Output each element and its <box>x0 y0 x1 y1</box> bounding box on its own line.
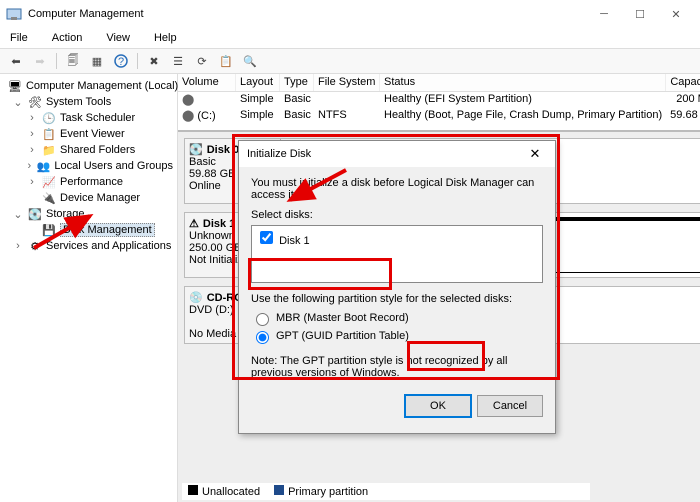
menu-help[interactable]: Help <box>148 30 183 46</box>
expand-icon[interactable]: › <box>26 144 38 156</box>
disk-icon: 💽 <box>189 143 203 156</box>
expand-icon[interactable]: › <box>26 112 38 124</box>
dialog-message: You must initialize a disk before Logica… <box>251 177 543 201</box>
tree-services[interactable]: › ⚙ Services and Applications <box>2 238 175 254</box>
action-icon-2[interactable]: ☰ <box>168 51 188 71</box>
tree-shared-folders[interactable]: › 📁 Shared Folders <box>2 142 175 158</box>
action-icon-4[interactable]: 📋 <box>216 51 236 71</box>
tree-disk-management[interactable]: 💾 Disk Management <box>2 222 175 238</box>
dialog-titlebar: Initialize Disk ✕ <box>239 141 555 167</box>
table-row[interactable]: ⬤ (C:) Simple Basic NTFS Healthy (Boot, … <box>178 108 700 124</box>
dialog-note: Note: The GPT partition style is not rec… <box>251 355 543 379</box>
col-capacity[interactable]: Capacity <box>666 74 700 91</box>
help-icon[interactable]: ? <box>111 51 131 71</box>
expand-icon[interactable]: › <box>26 160 33 172</box>
event-icon: 📋 <box>42 127 56 141</box>
action-icon-1[interactable]: ✖ <box>144 51 164 71</box>
cancel-button[interactable]: Cancel <box>477 395 543 417</box>
col-layout[interactable]: Layout <box>236 74 280 91</box>
tree-event-viewer[interactable]: › 📋 Event Viewer <box>2 126 175 142</box>
tools-icon: 🛠 <box>28 95 42 109</box>
col-volume[interactable]: Volume <box>178 74 236 91</box>
cd-icon: 💿 <box>189 291 203 304</box>
initialize-disk-dialog: Initialize Disk ✕ You must initialize a … <box>238 140 556 434</box>
expand-icon[interactable]: › <box>26 128 38 140</box>
tree-device-manager[interactable]: 🔌 Device Manager <box>2 190 175 206</box>
toolbar: ⬅ ➡ 🗐 ▦ ? ✖ ☰ ⟳ 📋 🔍 <box>0 48 700 74</box>
col-filesystem[interactable]: File System <box>314 74 380 91</box>
dialog-close-icon[interactable]: ✕ <box>523 146 547 162</box>
app-icon <box>6 6 22 22</box>
mbr-radio[interactable]: MBR (Master Boot Record) <box>251 309 543 327</box>
swatch-primary <box>274 485 284 495</box>
tree-system-tools[interactable]: ⌄ 🛠 System Tools <box>2 94 175 110</box>
menu-action[interactable]: Action <box>46 30 89 46</box>
refresh-icon[interactable]: 🗐 <box>63 51 83 71</box>
menu-file[interactable]: File <box>4 30 34 46</box>
action-icon-5[interactable]: 🔍 <box>240 51 260 71</box>
clock-icon: 🕒 <box>42 111 56 125</box>
ok-button[interactable]: OK <box>405 395 471 417</box>
services-icon: ⚙ <box>28 239 42 253</box>
swatch-unallocated <box>188 485 198 495</box>
back-icon[interactable]: ⬅ <box>6 51 26 71</box>
menubar: File Action View Help <box>0 28 700 48</box>
col-type[interactable]: Type <box>280 74 314 91</box>
disk-warn-icon: ⚠ <box>189 217 199 230</box>
tree-pane: 🖥 Computer Management (Local) ⌄ 🛠 System… <box>0 74 178 502</box>
expand-icon[interactable]: › <box>26 176 38 188</box>
select-disks-label: Select disks: <box>251 209 543 221</box>
storage-icon: 💽 <box>28 207 42 221</box>
table-row[interactable]: ⬤ Simple Basic Healthy (EFI System Parti… <box>178 92 700 108</box>
svg-text:?: ? <box>118 56 124 68</box>
disk-1-checkbox[interactable]: Disk 1 <box>256 235 310 247</box>
folder-icon: 📁 <box>42 143 56 157</box>
action-icon-3[interactable]: ⟳ <box>192 51 212 71</box>
disk-list[interactable]: Disk 1 <box>251 225 543 283</box>
tree-storage[interactable]: ⌄ 💽 Storage <box>2 206 175 222</box>
tree-task-scheduler[interactable]: › 🕒 Task Scheduler <box>2 110 175 126</box>
gpt-radio[interactable]: GPT (GUID Partition Table) <box>251 327 543 345</box>
col-status[interactable]: Status <box>380 74 666 91</box>
tree-local-users[interactable]: › 👥 Local Users and Groups <box>2 158 175 174</box>
partition-style-label: Use the following partition style for th… <box>251 293 543 305</box>
collapse-icon[interactable]: ⌄ <box>12 208 24 221</box>
computer-icon: 🖥 <box>8 79 22 93</box>
volume-header: Volume Layout Type File System Status Ca… <box>178 74 700 92</box>
device-icon: 🔌 <box>42 191 56 205</box>
forward-icon[interactable]: ➡ <box>30 51 50 71</box>
perf-icon: 📈 <box>42 175 56 189</box>
window-title: Computer Management <box>28 8 144 20</box>
titlebar: Computer Management ─ ☐ ✕ <box>0 0 700 28</box>
maximize-button[interactable]: ☐ <box>622 3 658 25</box>
expand-icon[interactable]: › <box>12 240 24 252</box>
properties-icon[interactable]: ▦ <box>87 51 107 71</box>
disk-icon: 💾 <box>42 223 56 237</box>
collapse-icon[interactable]: ⌄ <box>12 96 24 109</box>
users-icon: 👥 <box>37 159 51 173</box>
legend: Unallocated Primary partition <box>182 482 590 500</box>
close-button[interactable]: ✕ <box>658 3 694 25</box>
dialog-title: Initialize Disk <box>247 148 311 160</box>
volume-rows: ⬤ Simple Basic Healthy (EFI System Parti… <box>178 92 700 130</box>
minimize-button[interactable]: ─ <box>586 3 622 25</box>
menu-view[interactable]: View <box>100 30 136 46</box>
tree-performance[interactable]: › 📈 Performance <box>2 174 175 190</box>
tree-root[interactable]: 🖥 Computer Management (Local) <box>2 78 175 94</box>
